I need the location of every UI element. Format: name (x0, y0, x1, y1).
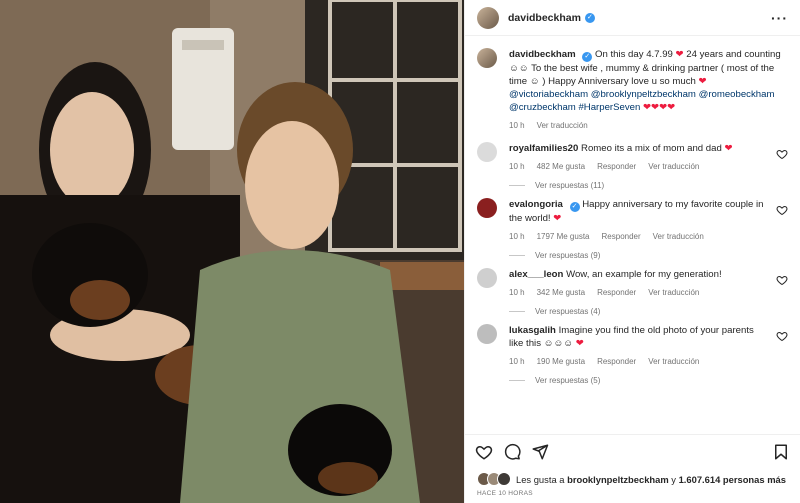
comment-evalongoria: evalongoria ✓ Happy anniversary to my fa… (477, 198, 788, 260)
post-header: davidbeckham ✓ ··· (465, 0, 800, 36)
comment-text: Wow, an example for my generation! (566, 269, 722, 280)
likes-count[interactable]: 1.607.614 personas más (679, 474, 786, 485)
view-replies-label: Ver respuestas (9) (535, 251, 601, 260)
post-action-bar (465, 434, 800, 468)
instagram-post: davidbeckham ✓ ··· davidbeckham ✓ On thi… (0, 0, 800, 503)
heart-emoji-icon: ❤ (575, 338, 584, 349)
replies-divider (509, 380, 525, 381)
comment-lukasgalih: lukasgalih Imagine you find the old phot… (477, 324, 788, 385)
commenter-avatar[interactable] (477, 198, 497, 218)
caption-text-2: 24 years and counting (686, 49, 781, 60)
translate-link[interactable]: Ver traducción (648, 357, 699, 366)
replies-divider (509, 255, 525, 256)
emoji-icon: ☺☺☺ (543, 338, 574, 349)
liker-avatar (497, 472, 511, 486)
heart-emoji-icon: ❤ (675, 49, 684, 60)
caption-avatar[interactable] (477, 48, 497, 68)
heart-emoji-icon: ❤ (698, 76, 707, 87)
translate-link[interactable]: Ver traducción (653, 232, 704, 241)
like-comment-icon[interactable] (776, 148, 788, 160)
caption-time: 10 h (509, 121, 525, 130)
comments-list: davidbeckham ✓ On this day 4.7.99 ❤ 24 y… (465, 36, 800, 434)
comment-time: 10 h (509, 288, 525, 297)
comment-username[interactable]: evalongoria (509, 199, 563, 210)
reply-button[interactable]: Responder (597, 357, 636, 366)
view-replies-button[interactable]: Ver respuestas (9) (509, 251, 766, 260)
heart-emoji-icon: ❤ (724, 143, 733, 154)
caption-translate-link[interactable]: Ver traducción (537, 121, 588, 130)
reply-button[interactable]: Responder (597, 288, 636, 297)
liker-avatars (477, 472, 511, 486)
comment-username[interactable]: lukasgalih (509, 325, 556, 336)
view-replies-button[interactable]: Ver respuestas (4) (509, 307, 766, 316)
verified-badge-icon: ✓ (582, 52, 593, 62)
comment-username[interactable]: royalfamilies20 (509, 143, 578, 154)
comment-likes[interactable]: 342 Me gusta (537, 288, 585, 297)
likes-summary: Les gusta a brooklynpeltzbeckham y 1.607… (465, 468, 800, 490)
comment-royalfamilies20: royalfamilies20 Romeo its a mix of mom a… (477, 142, 788, 190)
like-comment-icon[interactable] (776, 330, 788, 342)
caption-text-1: On this day 4.7.99 (595, 49, 676, 60)
hearts-emoji-icon: ❤❤❤❤ (643, 102, 676, 113)
replies-divider (509, 311, 525, 312)
translate-link[interactable]: Ver traducción (648, 288, 699, 297)
verified-badge-icon: ✓ (569, 202, 580, 212)
like-comment-icon[interactable] (776, 274, 788, 286)
author-username[interactable]: davidbeckham (508, 12, 581, 24)
replies-divider (509, 185, 525, 186)
comment-username[interactable]: alex___leon (509, 269, 563, 280)
comment-icon[interactable] (503, 443, 521, 461)
caption-mentions[interactable]: @victoriabeckham @brooklynpeltzbeckham @… (509, 89, 774, 113)
comment-likes[interactable]: 1797 Me gusta (537, 232, 590, 241)
view-replies-button[interactable]: Ver respuestas (5) (509, 376, 766, 385)
comment-time: 10 h (509, 357, 525, 366)
comment-time: 10 h (509, 162, 525, 171)
verified-badge-icon: ✓ (584, 12, 595, 23)
caption: davidbeckham ✓ On this day 4.7.99 ❤ 24 y… (477, 48, 788, 130)
translate-link[interactable]: Ver traducción (648, 162, 699, 171)
post-sidebar: davidbeckham ✓ ··· davidbeckham ✓ On thi… (464, 0, 800, 503)
like-icon[interactable] (475, 443, 493, 461)
comment-time: 10 h (509, 232, 525, 241)
heart-emoji-icon: ❤ (553, 213, 562, 224)
post-timestamp: HACE 10 HORAS (477, 490, 533, 497)
emoji-icon: ☺☺ (509, 63, 529, 74)
likes-conj: y (671, 473, 676, 485)
comment-likes[interactable]: 190 Me gusta (537, 357, 585, 366)
post-photo (0, 0, 464, 503)
view-replies-label: Ver respuestas (4) (535, 307, 601, 316)
reply-button[interactable]: Responder (597, 162, 636, 171)
comment-likes[interactable]: 482 Me gusta (537, 162, 585, 171)
view-replies-label: Ver respuestas (5) (535, 376, 601, 385)
likes-prefix: Les gusta a (516, 473, 565, 485)
view-replies-label: Ver respuestas (11) (535, 181, 605, 190)
caption-text-4: ) Happy Anniversary love u so much (542, 76, 699, 87)
share-icon[interactable] (531, 443, 549, 461)
commenter-avatar[interactable] (477, 142, 497, 162)
reply-button[interactable]: Responder (602, 232, 641, 241)
view-replies-button[interactable]: Ver respuestas (11) (509, 181, 766, 190)
author-avatar[interactable] (477, 6, 499, 29)
like-comment-icon[interactable] (776, 204, 788, 216)
wink-emoji-icon: ☺ (529, 76, 540, 87)
more-options-icon[interactable]: ··· (771, 10, 788, 26)
commenter-avatar[interactable] (477, 268, 497, 288)
comment-alex-leon: alex___leon Wow, an example for my gener… (477, 268, 788, 316)
bookmark-icon[interactable] (772, 443, 790, 461)
liked-by-user[interactable]: brooklynpeltzbeckham (567, 474, 669, 485)
caption-username[interactable]: davidbeckham (509, 49, 576, 60)
commenter-avatar[interactable] (477, 324, 497, 344)
comment-text: Romeo its a mix of mom and dad (581, 143, 722, 154)
